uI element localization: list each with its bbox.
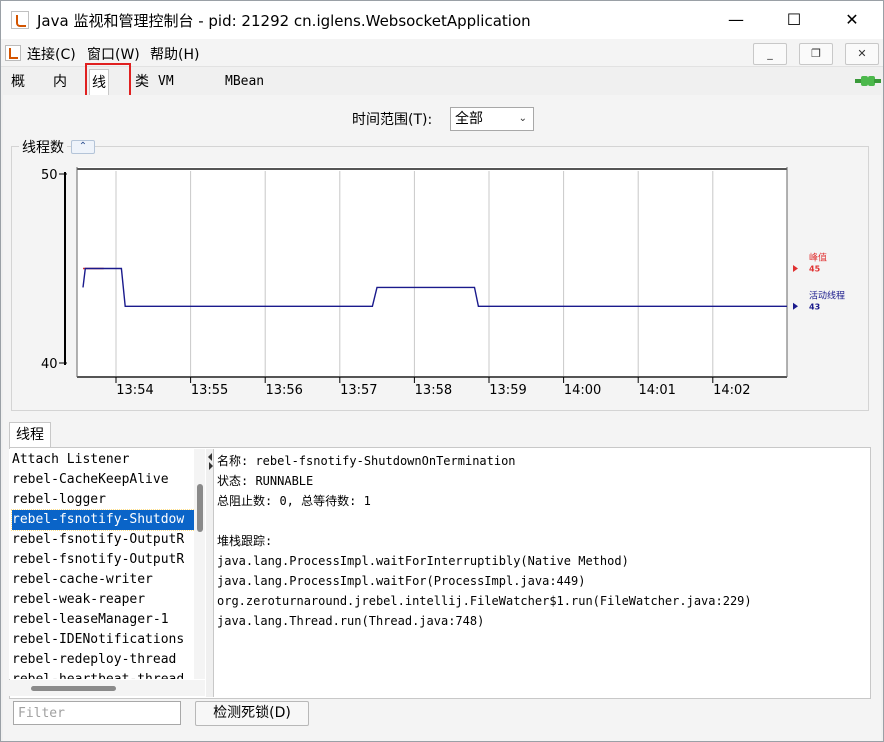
- x-tick-label: 13:55: [191, 383, 228, 398]
- legend-value: 45: [809, 265, 821, 274]
- thread-detail-line: java.lang.ProcessImpl.waitForInterruptib…: [217, 554, 629, 568]
- x-tick-label: 14:00: [564, 383, 601, 398]
- x-tick-label: 13:58: [415, 383, 452, 398]
- arrow-right-icon[interactable]: [209, 462, 213, 470]
- legend-value: 43: [809, 302, 820, 311]
- thread-list-item[interactable]: rebel-heartbeat-thread: [12, 670, 197, 679]
- y-tick-label: 40: [41, 357, 58, 372]
- series-end-marker: [793, 302, 798, 310]
- thread-detail-line: 总阻止数: 0, 总等待数: 1: [217, 494, 371, 508]
- x-tick-label: 14:02: [713, 383, 750, 398]
- thread-list-item[interactable]: rebel-fsnotify-OutputR: [12, 550, 197, 570]
- plot-area: [77, 167, 787, 377]
- threads-panel-tab[interactable]: 线程: [9, 422, 51, 447]
- thread-list-item[interactable]: Attach Listener: [12, 450, 197, 470]
- thread-list-item[interactable]: rebel-leaseManager-1: [12, 610, 197, 630]
- legend-label: 活动线程: [809, 289, 845, 301]
- thread-list-item[interactable]: rebel-cache-writer: [12, 570, 197, 590]
- arrow-left-icon[interactable]: [208, 453, 212, 461]
- thread-detail-line: org.zeroturnaround.jrebel.intellij.FileW…: [217, 594, 752, 608]
- x-tick-label: 13:59: [489, 383, 526, 398]
- thread-list-item[interactable]: rebel-CacheKeepAlive: [12, 470, 197, 490]
- thread-list-horizontal-scroll-thumb[interactable]: [31, 686, 116, 691]
- thread-list-item[interactable]: rebel-fsnotify-Shutdow: [11, 509, 198, 531]
- thread-detail-line: java.lang.Thread.run(Thread.java:748): [217, 614, 485, 628]
- thread-list[interactable]: Attach Listener rebel-CacheKeepAlive rebel…: [9, 449, 205, 679]
- thread-list-item[interactable]: rebel-weak-reaper: [12, 590, 197, 610]
- thread-list-item[interactable]: rebel-IDENotifications: [12, 630, 197, 650]
- x-tick-label: 13:56: [265, 383, 302, 398]
- thread-count-chart: 50 40 13:54 13:55 13:56 13:57 13:58 13:59 14:00 1…: [41, 167, 845, 398]
- x-tick-label: 13:54: [116, 383, 153, 398]
- thread-filter-input[interactable]: [13, 701, 181, 725]
- legend-label: 峰值: [809, 252, 827, 264]
- thread-detail-line: 名称: rebel-fsnotify-ShutdownOnTermination: [217, 454, 516, 468]
- series-end-marker: [793, 265, 798, 272]
- x-tick-label: 13:57: [340, 383, 377, 398]
- thread-list-vertical-scroll-thumb[interactable]: [197, 484, 203, 532]
- thread-detail-line: 堆栈跟踪:: [217, 534, 273, 548]
- x-tick-label: 14:01: [638, 383, 675, 398]
- detect-deadlock-button[interactable]: 检测死锁(D): [195, 701, 309, 726]
- thread-detail-line: 状态: RUNNABLE: [217, 474, 314, 488]
- split-pane-divider[interactable]: [206, 449, 214, 697]
- thread-detail-text: 名称: rebel-fsnotify-ShutdownOnTermination…: [217, 451, 867, 695]
- jconsole-window: Java 监视和管理控制台 - pid: 21292 cn.iglens.Web…: [0, 0, 884, 742]
- thread-list-item[interactable]: rebel-logger: [12, 490, 197, 510]
- thread-detail-line: java.lang.ProcessImpl.waitFor(ProcessImp…: [217, 574, 586, 588]
- thread-list-item[interactable]: rebel-fsnotify-OutputR: [12, 530, 197, 550]
- y-tick-label: 50: [41, 168, 58, 183]
- thread-list-item[interactable]: rebel-redeploy-thread: [12, 650, 197, 670]
